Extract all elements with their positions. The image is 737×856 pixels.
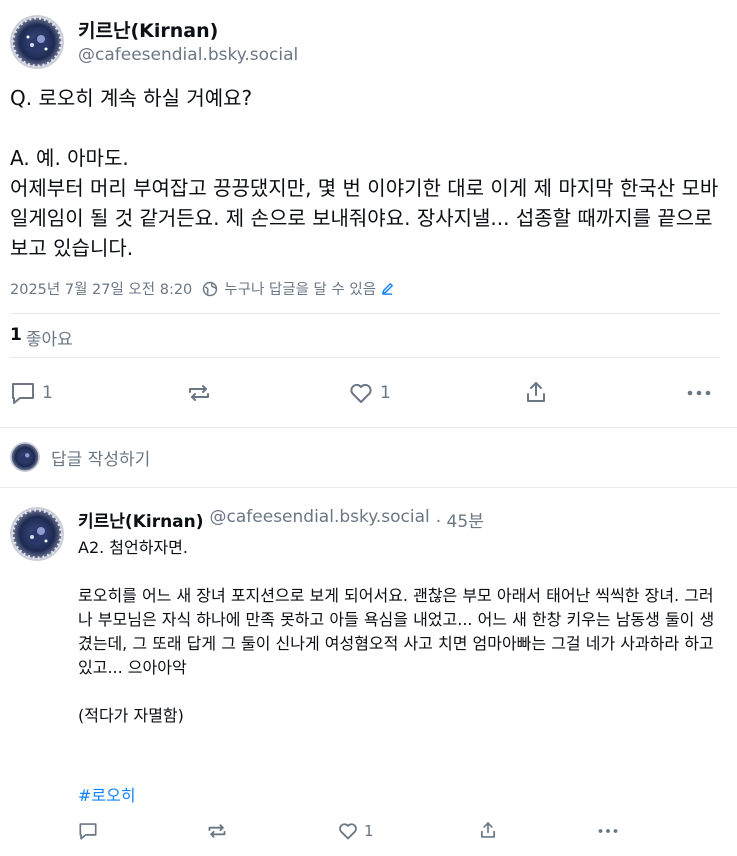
- reply-like-count: 1: [364, 822, 374, 840]
- reply-composer-placeholder: 답글 작성하기: [51, 450, 151, 470]
- reply-author-avatar[interactable]: [10, 507, 64, 561]
- more-dots-icon: [686, 381, 712, 405]
- author-handle[interactable]: @cafeesendial.bsky.social: [78, 45, 298, 65]
- composer-avatar: [10, 442, 40, 472]
- speech-bubble-icon: [10, 381, 36, 405]
- repost-button[interactable]: [186, 381, 212, 405]
- likes-count: 1: [10, 325, 22, 345]
- post-text: Q. 로오히 계속 하실 거예요? A. 예. 아마도. 어제부터 머리 부여잡…: [10, 86, 719, 260]
- post-meta: 2025년 7월 27일 오전 8:20 누구나 답글을 달 수 있음: [10, 278, 395, 299]
- repost-arrows-icon: [186, 381, 212, 405]
- like-button[interactable]: 1: [348, 381, 391, 405]
- share-upload-icon: [523, 379, 549, 405]
- reply-header: 키르난(Kirnan) @cafeesendial.bsky.social · …: [78, 507, 484, 532]
- reply-permission[interactable]: 누구나 답글을 달 수 있음: [224, 278, 376, 299]
- heart-icon: [348, 381, 374, 405]
- share-button[interactable]: [523, 379, 549, 405]
- divider: [10, 357, 720, 358]
- author-avatar[interactable]: [10, 15, 64, 69]
- more-dots-icon: [597, 821, 619, 841]
- repost-arrows-icon: [206, 821, 228, 841]
- speech-bubble-icon: [78, 821, 98, 841]
- hashtag-link[interactable]: #로오히: [78, 784, 136, 808]
- reply-count: 1: [42, 383, 53, 403]
- likes-label: 좋아요: [25, 330, 73, 350]
- reply-author-name[interactable]: 키르난(Kirnan): [78, 507, 204, 532]
- reply-more-options-button[interactable]: [597, 821, 619, 841]
- reply-time[interactable]: · 45분: [436, 507, 484, 532]
- globe-icon: [202, 281, 218, 297]
- reply-text: A2. 첨언하자면. 로오히를 어느 새 장녀 포지션으로 보게 되어서요. 괜…: [78, 538, 715, 725]
- post-timestamp[interactable]: 2025년 7월 27일 오전 8:20: [10, 278, 192, 299]
- divider: [0, 487, 737, 488]
- author-name[interactable]: 키르난(Kirnan): [78, 16, 218, 43]
- reply-like-button[interactable]: 1: [337, 821, 374, 841]
- more-options-button[interactable]: [686, 381, 712, 405]
- reply-reply-button[interactable]: [78, 821, 98, 841]
- heart-icon: [337, 821, 359, 841]
- like-count: 1: [380, 383, 391, 403]
- divider: [10, 313, 720, 314]
- share-upload-icon: [478, 819, 498, 841]
- reply-repost-button[interactable]: [206, 821, 228, 841]
- reply-share-button[interactable]: [478, 819, 498, 841]
- pencil-icon[interactable]: [380, 281, 395, 296]
- reply-button[interactable]: 1: [10, 381, 53, 405]
- reply-composer[interactable]: 답글 작성하기: [0, 428, 737, 486]
- reply-author-handle[interactable]: @cafeesendial.bsky.social: [210, 507, 430, 532]
- likes-summary[interactable]: 1 좋아요: [10, 325, 73, 350]
